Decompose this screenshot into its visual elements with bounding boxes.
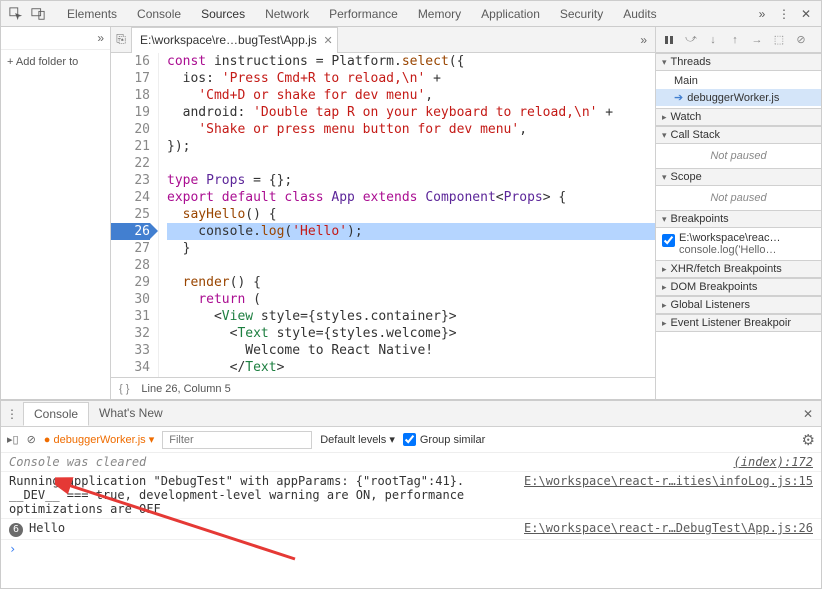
message-source-link[interactable]: (index):172	[734, 455, 813, 469]
top-tab-elements[interactable]: Elements	[57, 3, 127, 25]
file-tab[interactable]: E:\workspace\re…bugTest\App.js ✕	[131, 27, 338, 53]
navigator-collapse-icon[interactable]: »	[1, 27, 110, 50]
breakpoint-checkbox[interactable]	[662, 234, 675, 247]
pane-event-listener-breakpoints[interactable]: Event Listener Breakpoir	[656, 314, 821, 332]
code-editor[interactable]: 1617181920212223242526272829303132333435…	[111, 53, 655, 377]
console-message: Running application "DebugTest" with app…	[1, 472, 821, 519]
debugger-toolbar: ⤻ ↓ ↑ → ⬚ ⊘	[656, 27, 821, 53]
console-message: Console was cleared(index):172	[1, 453, 821, 472]
pane-threads[interactable]: Threads	[656, 53, 821, 71]
top-tab-memory[interactable]: Memory	[408, 3, 471, 25]
pretty-print-icon[interactable]: { }	[119, 383, 129, 395]
top-tab-sources[interactable]: Sources	[191, 3, 255, 25]
pane-scope[interactable]: Scope	[656, 168, 821, 186]
thread-item[interactable]: ➔debuggerWorker.js	[656, 89, 821, 106]
devtools-menu-icon[interactable]: ⋮	[773, 3, 795, 25]
close-drawer-icon[interactable]: ✕	[795, 407, 821, 421]
pane-watch[interactable]: Watch	[656, 108, 821, 126]
file-tab-bar: ⎘ E:\workspace\re…bugTest\App.js ✕ »	[111, 27, 655, 53]
console-sidebar-icon[interactable]: ▸▯	[7, 433, 19, 446]
deactivate-breakpoints-icon[interactable]: ⬚	[770, 31, 788, 49]
console-filter-input[interactable]	[162, 431, 312, 449]
step-over-icon[interactable]: ⤻	[682, 31, 700, 49]
close-devtools-icon[interactable]: ✕	[795, 3, 817, 25]
clear-console-icon[interactable]: ⊘	[27, 433, 36, 446]
top-tab-security[interactable]: Security	[550, 3, 613, 25]
console-output[interactable]: Console was cleared(index):172Running ap…	[1, 453, 821, 588]
more-tabs-icon[interactable]: »	[751, 3, 773, 25]
message-count-badge: 6	[9, 523, 23, 537]
console-settings-icon[interactable]: ⚙	[802, 431, 815, 449]
console-toolbar: ▸▯ ⊘ ● debuggerWorker.js ▾ Default level…	[1, 427, 821, 453]
pane-global-listeners[interactable]: Global Listeners	[656, 296, 821, 314]
pane-dom-breakpoints[interactable]: DOM Breakpoints	[656, 278, 821, 296]
pane-callstack[interactable]: Call Stack	[656, 126, 821, 144]
drawer-tab-bar: ⋮ ConsoleWhat's New ✕	[1, 401, 821, 427]
file-history-icon[interactable]: ⎘	[111, 32, 131, 47]
step-out-icon[interactable]: ↑	[726, 31, 744, 49]
device-toolbar-icon[interactable]	[27, 3, 49, 25]
file-tab-title: E:\workspace\re…bugTest\App.js	[140, 33, 317, 47]
console-prompt[interactable]: ›	[1, 540, 821, 558]
console-message: 6HelloE:\workspace\react-r…DebugTest\App…	[1, 519, 821, 540]
thread-item[interactable]: Main	[656, 73, 821, 89]
group-similar-checkbox[interactable]: Group similar	[403, 433, 485, 446]
pane-xhr-breakpoints[interactable]: XHR/fetch Breakpoints	[656, 260, 821, 278]
drawer-menu-icon[interactable]: ⋮	[1, 407, 23, 421]
pane-breakpoints[interactable]: Breakpoints	[656, 210, 821, 228]
log-levels-dropdown[interactable]: Default levels ▾	[320, 433, 395, 446]
drawer-tab-what-s-new[interactable]: What's New	[89, 402, 173, 425]
top-tab-network[interactable]: Network	[255, 3, 319, 25]
console-context[interactable]: ● debuggerWorker.js ▾	[44, 433, 154, 446]
callstack-not-paused: Not paused	[656, 146, 821, 166]
top-tab-performance[interactable]: Performance	[319, 3, 408, 25]
sources-navigator: » + Add folder to	[1, 27, 111, 399]
scope-not-paused: Not paused	[656, 188, 821, 208]
cursor-position: Line 26, Column 5	[141, 383, 230, 395]
devtools-top-toolbar: ElementsConsoleSourcesNetworkPerformance…	[1, 1, 821, 27]
more-files-icon[interactable]: »	[632, 33, 655, 47]
top-tab-console[interactable]: Console	[127, 3, 191, 25]
add-folder-button[interactable]: + Add folder to	[1, 50, 110, 74]
drawer-tab-console[interactable]: Console	[23, 402, 89, 426]
message-source-link[interactable]: E:\workspace\react-r…DebugTest\App.js:26	[524, 521, 813, 537]
debugger-sidebar: ⤻ ↓ ↑ → ⬚ ⊘ Threads Main➔debuggerWorker.…	[656, 27, 821, 399]
inspect-element-icon[interactable]	[5, 3, 27, 25]
breakpoint-item[interactable]: E:\workspace\reac…console.log('Hello…	[656, 230, 821, 258]
devtools-panel-tabs: ElementsConsoleSourcesNetworkPerformance…	[57, 3, 751, 25]
step-into-icon[interactable]: ↓	[704, 31, 722, 49]
step-icon[interactable]: →	[748, 31, 766, 49]
message-source-link[interactable]: E:\workspace\react-r…ities\infoLog.js:15	[524, 474, 813, 516]
code-content[interactable]: const instructions = Platform.select({ i…	[159, 53, 655, 377]
pause-resume-icon[interactable]	[660, 31, 678, 49]
editor-status-bar: { } Line 26, Column 5	[111, 377, 655, 399]
top-tab-audits[interactable]: Audits	[613, 3, 666, 25]
pause-on-exceptions-icon[interactable]: ⊘	[792, 31, 810, 49]
top-tab-application[interactable]: Application	[471, 3, 550, 25]
close-file-tab-icon[interactable]: ✕	[324, 34, 333, 47]
line-number-gutter[interactable]: 1617181920212223242526272829303132333435…	[111, 53, 159, 377]
console-drawer: ⋮ ConsoleWhat's New ✕ ▸▯ ⊘ ● debuggerWor…	[1, 399, 821, 588]
